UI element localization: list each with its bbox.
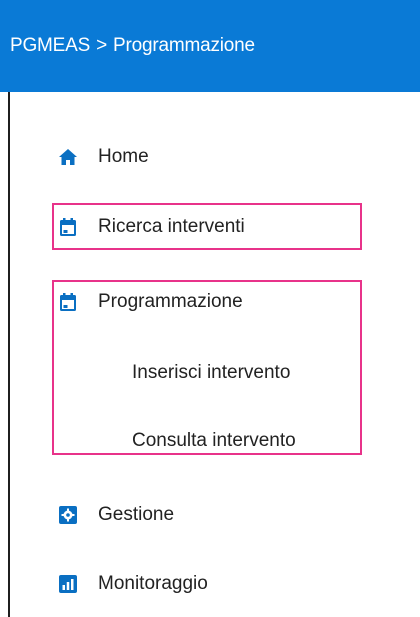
breadcrumb: PGMEAS > Programmazione — [10, 35, 255, 57]
sidebar-item-ricerca-interventi[interactable]: Ricerca interventi — [58, 214, 245, 240]
breadcrumb-section: Programmazione — [113, 35, 255, 56]
sidebar-item-gestione-label: Gestione — [98, 504, 175, 525]
sidebar-item-programmazione-label: Programmazione — [98, 291, 243, 312]
header-bar: PGMEAS > Programmazione — [0, 0, 420, 92]
sidebar-subitem-consulta-intervento[interactable]: Consulta intervento — [132, 428, 296, 454]
breadcrumb-app[interactable]: PGMEAS — [10, 35, 90, 56]
sidebar-item-monitoraggio[interactable]: Monitoraggio — [58, 571, 208, 597]
sidebar-subitem-inserisci-intervento[interactable]: Inserisci intervento — [132, 360, 290, 386]
bar-chart-icon — [58, 574, 78, 594]
gear-icon — [58, 505, 78, 525]
sidebar-subitem-inserisci-label: Inserisci intervento — [132, 362, 291, 383]
home-icon — [58, 147, 78, 167]
sidebar-item-home-label: Home — [98, 146, 149, 167]
sidebar-item-gestione[interactable]: Gestione — [58, 502, 174, 528]
sidebar-border — [8, 92, 10, 617]
sidebar-item-monitoraggio-label: Monitoraggio — [98, 573, 208, 594]
sidebar-item-programmazione[interactable]: Programmazione — [58, 289, 243, 315]
sidebar-item-ricerca-label: Ricerca interventi — [98, 216, 245, 237]
sidebar-item-home[interactable]: Home — [58, 144, 149, 170]
calendar-icon — [58, 292, 78, 312]
calendar-icon — [58, 217, 78, 237]
sidebar-subitem-consulta-label: Consulta intervento — [132, 430, 296, 451]
breadcrumb-separator: > — [96, 35, 108, 56]
